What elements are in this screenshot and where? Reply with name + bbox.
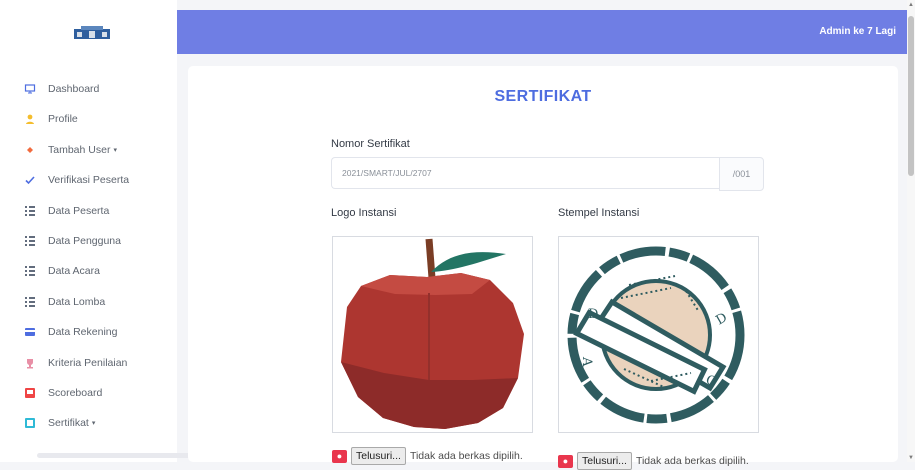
sidebar-item-data-acara[interactable]: Data Acara	[24, 262, 100, 280]
institution-logo	[74, 26, 110, 39]
sidebar-item-label: Kriteria Penilaian	[48, 357, 128, 369]
page-vertical-scrollbar[interactable]: ▲ ▼	[907, 0, 915, 462]
list-icon	[24, 265, 36, 277]
credit-card-icon	[24, 326, 36, 338]
error-icon: ●	[332, 449, 347, 463]
apple-logo-image	[341, 238, 524, 429]
sidebar-item-label: Data Lomba	[48, 296, 106, 308]
certificate-number-label: Nomor Sertifikat	[331, 138, 410, 150]
sidebar-item-verifikasi-peserta[interactable]: Verifikasi Peserta	[24, 171, 129, 189]
stamp-letter: D	[714, 310, 731, 328]
chevron-down-icon: ▾	[91, 420, 96, 427]
stamp-preview: D D A O	[558, 236, 759, 433]
check-icon	[24, 174, 36, 186]
sidebar: Dashboard Profile Tambah User ▾ Verifika…	[0, 0, 272, 462]
scroll-down-icon[interactable]: ▼	[908, 455, 914, 461]
sidebar-item-data-pengguna[interactable]: Data Pengguna	[24, 232, 121, 250]
sidebar-item-label: Profile	[48, 113, 78, 125]
stamp-image: D D A O	[567, 246, 745, 424]
list-icon	[24, 296, 36, 308]
certificate-number-input[interactable]: 2021/SMART/JUL/2707	[331, 157, 719, 189]
sidebar-item-data-rekening[interactable]: Data Rekening	[24, 323, 117, 341]
logo-file-input[interactable]: ● Telusuri... Tidak ada berkas dipilih.	[332, 447, 523, 465]
sidebar-item-label: Tambah User	[48, 144, 111, 156]
error-icon: ●	[558, 454, 573, 468]
logo-file-status: Tidak ada berkas dipilih.	[409, 450, 523, 462]
sidebar-item-label: Data Pengguna	[48, 235, 121, 247]
sidebar-item-label: Scoreboard	[48, 387, 103, 399]
certificate-icon	[24, 417, 36, 429]
sidebar-item-label: Sertifikat	[48, 417, 89, 429]
stamp-browse-button[interactable]: Telusuri...	[577, 452, 632, 470]
logo-preview	[332, 236, 533, 433]
stamp-letter: A	[579, 356, 594, 367]
sidebar-item-kriteria-penilaian[interactable]: Kriteria Penilaian	[24, 354, 127, 372]
sidebar-item-scoreboard[interactable]: Scoreboard	[24, 384, 102, 402]
page-title: SERTIFIKAT	[494, 88, 592, 105]
sidebar-item-data-peserta[interactable]: Data Peserta	[24, 202, 109, 220]
sidebar-item-label: Data Rekening	[48, 326, 118, 338]
stamp-file-input[interactable]: ● Telusuri... Tidak ada berkas dipilih.	[558, 452, 749, 470]
stamp-letter: D	[588, 307, 598, 322]
sidebar-item-data-lomba[interactable]: Data Lomba	[24, 293, 105, 311]
sidebar-item-label: Dashboard	[48, 83, 100, 95]
scoreboard-icon	[24, 387, 36, 399]
chevron-down-icon: ▾	[113, 147, 117, 154]
monitor-icon	[24, 83, 36, 95]
sidebar-item-sertifikat[interactable]: Sertifikat ▾	[24, 414, 95, 432]
sidebar-item-label: Data Acara	[48, 265, 100, 277]
logo-label: Logo Instansi	[331, 207, 397, 219]
diamond-icon	[24, 144, 36, 156]
certificate-number-suffix: /001	[719, 157, 764, 191]
sidebar-item-dashboard[interactable]: Dashboard	[24, 80, 99, 98]
certificate-number-input-group[interactable]: 2021/SMART/JUL/2707 /001	[331, 157, 764, 191]
top-navbar: Admin ke 7 Lagi	[177, 10, 907, 54]
sidebar-item-label: Verifikasi Peserta	[48, 174, 130, 186]
scroll-up-icon[interactable]: ▲	[908, 2, 914, 8]
sidebar-item-profile[interactable]: Profile	[24, 110, 78, 128]
stamp-file-status: Tidak ada berkas dipilih.	[635, 455, 749, 467]
list-icon	[24, 205, 36, 217]
sidebar-item-tambah-user[interactable]: Tambah User ▾	[24, 141, 117, 159]
user-menu[interactable]: Admin ke 7 Lagi	[819, 26, 896, 37]
scrollbar-thumb[interactable]	[908, 16, 914, 176]
user-icon	[24, 113, 36, 125]
list-icon	[24, 235, 36, 247]
certificate-form-card: SERTIFIKAT Nomor Sertifikat 2021/SMART/J…	[188, 66, 898, 470]
trophy-icon	[24, 357, 36, 369]
logo-browse-button[interactable]: Telusuri...	[351, 447, 406, 465]
sidebar-item-label: Data Peserta	[48, 205, 110, 217]
stamp-label: Stempel Instansi	[558, 207, 640, 219]
